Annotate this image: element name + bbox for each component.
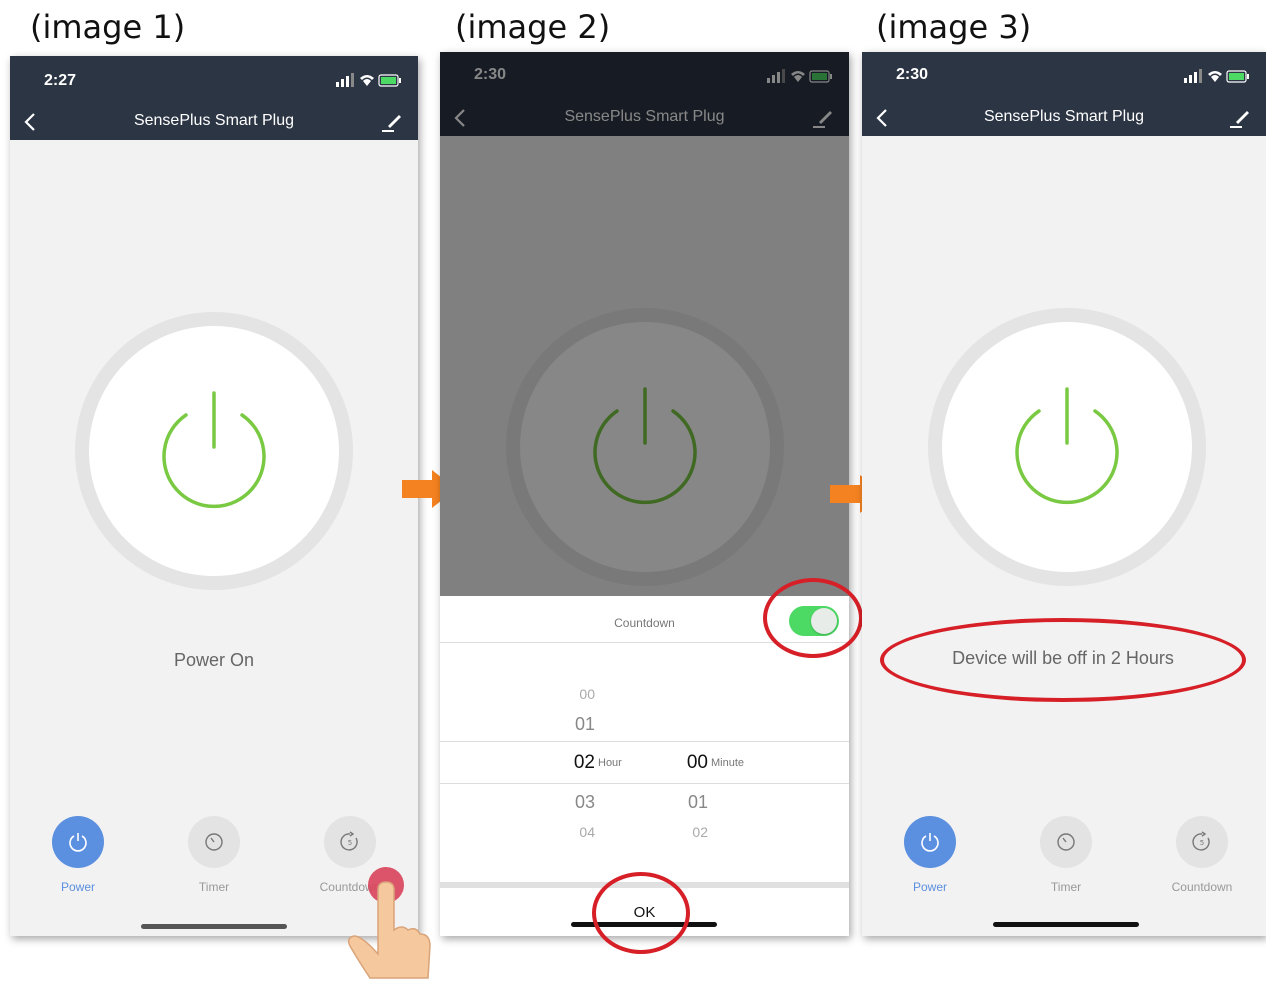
power-toggle-ring[interactable] [928, 308, 1206, 586]
minute-selected[interactable]: 00 [668, 752, 708, 774]
status-time: 2:27 [44, 72, 77, 89]
tab-timer-label: Timer [1050, 880, 1082, 894]
nav-bar: SensePlus Smart Plug [10, 104, 418, 140]
power-icon [69, 833, 87, 852]
power-icon [1015, 387, 1119, 505]
home-indicator [993, 922, 1139, 927]
tab-countdown-label: Countdown [1171, 880, 1233, 894]
tap-hand-icon [347, 867, 431, 979]
minute-unit-label: Minute [711, 757, 745, 769]
hour-selected[interactable]: 02 [555, 752, 595, 774]
timer-icon [1057, 833, 1075, 851]
status-bar: 2:30 [862, 52, 1266, 100]
countdown-icon: 5 [340, 831, 358, 851]
tab-timer[interactable]: Timer [1016, 816, 1116, 894]
phone-screen-2: 2:30 SensePlus Smart Plug Countdown 00 0… [440, 52, 849, 936]
countdown-icon: 5 [1192, 831, 1210, 851]
home-indicator [141, 924, 287, 929]
caption-image-1: (image 1) [30, 8, 186, 46]
toggle-highlight-annotation [763, 578, 863, 658]
minute-option[interactable]: 01 [668, 792, 708, 813]
phone-screen-3: 2:30 SensePlus Smart Plug Device will be… [862, 52, 1266, 936]
timer-icon [205, 833, 223, 851]
edit-pencil-icon[interactable] [1228, 106, 1252, 130]
ok-highlight-annotation [592, 872, 690, 954]
tab-power-label: Power [912, 880, 947, 894]
tab-power-label: Power [60, 880, 95, 894]
minute-option[interactable]: 02 [668, 824, 708, 840]
caption-image-2: (image 2) [455, 8, 611, 46]
phone-screen-1: 2:27 SensePlus Smart Plug Power On Power [10, 56, 418, 936]
page-title: SensePlus Smart Plug [983, 108, 1145, 125]
page-title: SensePlus Smart Plug [133, 112, 295, 129]
tab-power[interactable]: Power [28, 816, 128, 894]
hour-option[interactable]: 04 [555, 824, 595, 840]
tab-countdown[interactable]: 5 Countdown [1152, 816, 1252, 894]
status-highlight-annotation [880, 618, 1246, 702]
power-icon [921, 833, 939, 852]
signal-wifi-battery-icon [1184, 69, 1249, 83]
signal-wifi-battery-icon [336, 73, 401, 87]
hour-option[interactable]: 00 [555, 686, 595, 702]
status-bar: 2:27 [10, 56, 418, 104]
modal-overlay[interactable] [440, 52, 849, 596]
tab-timer-label: Timer [198, 880, 230, 894]
hour-option[interactable]: 03 [555, 792, 595, 813]
hour-option[interactable]: 01 [555, 714, 595, 735]
power-status-text: Power On [173, 650, 255, 670]
tab-bar: Power Timer 5 Countdown [862, 816, 1266, 916]
status-time: 2:30 [896, 66, 929, 83]
edit-pencil-icon[interactable] [380, 110, 404, 134]
hour-unit-label: Hour [598, 757, 622, 769]
svg-text:5: 5 [348, 839, 352, 847]
power-toggle-ring[interactable] [75, 312, 353, 590]
tab-timer[interactable]: Timer [164, 816, 264, 894]
tab-power[interactable]: Power [880, 816, 980, 894]
svg-text:5: 5 [1200, 839, 1204, 847]
caption-image-3: (image 3) [876, 8, 1032, 46]
power-icon [162, 391, 266, 509]
nav-bar: SensePlus Smart Plug [862, 100, 1266, 136]
